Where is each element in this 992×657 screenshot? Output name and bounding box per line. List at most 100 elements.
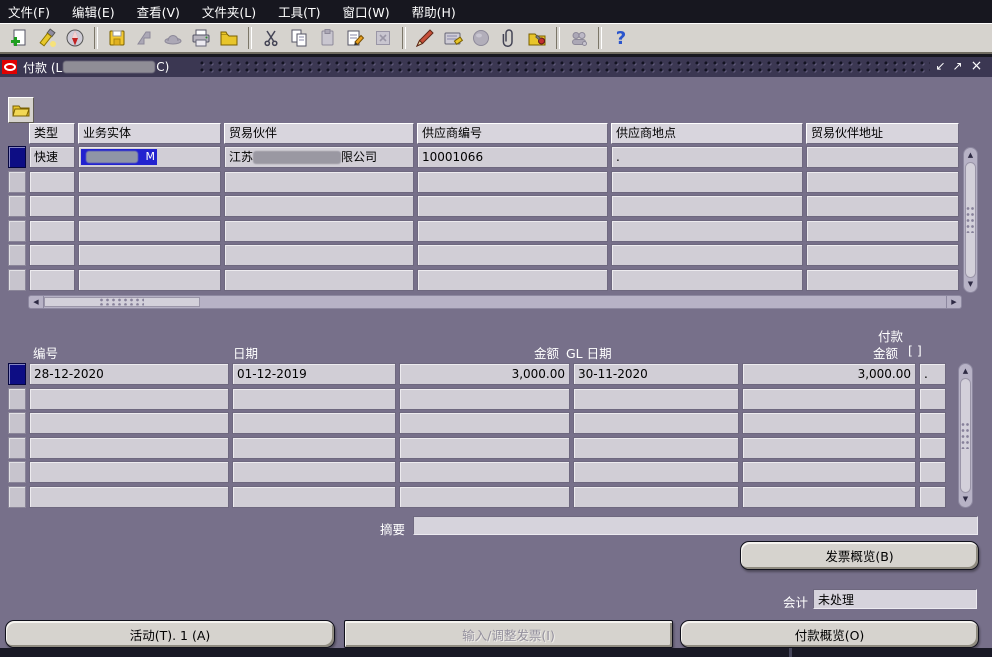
- cell-flag[interactable]: [919, 437, 946, 459]
- cell-payment-amount[interactable]: [742, 412, 916, 434]
- cell-type[interactable]: [29, 244, 75, 266]
- col-header-type[interactable]: 类型: [29, 123, 75, 144]
- translations-icon[interactable]: [441, 26, 465, 50]
- cell-supplier-number[interactable]: 10001066: [417, 146, 608, 168]
- cell-operating-unit[interactable]: [78, 171, 221, 193]
- record-selector[interactable]: [8, 412, 26, 434]
- cell-type[interactable]: 快速: [29, 146, 75, 168]
- window-title-bar[interactable]: 付款 (LC) ↙ ↗ ×: [0, 57, 992, 77]
- cell-trading-partner[interactable]: 江苏限公司: [224, 146, 414, 168]
- cell-trading-partner-address[interactable]: [806, 244, 959, 266]
- show-navigator-icon[interactable]: [63, 26, 87, 50]
- cell-operating-unit[interactable]: [78, 195, 221, 217]
- cell-operating-unit[interactable]: [78, 244, 221, 266]
- menu-edit[interactable]: 编辑(E): [72, 2, 115, 21]
- cell-number[interactable]: [29, 461, 229, 483]
- cell-number[interactable]: [29, 388, 229, 410]
- cell-operating-unit[interactable]: M: [78, 146, 221, 168]
- find-icon[interactable]: [35, 26, 59, 50]
- print-icon[interactable]: [189, 26, 213, 50]
- menu-file[interactable]: 文件(F): [8, 2, 50, 21]
- edit-field-icon[interactable]: [413, 26, 437, 50]
- col-header-supplier-site[interactable]: 供应商地点: [611, 123, 803, 144]
- menu-view[interactable]: 查看(V): [137, 2, 180, 21]
- cell-gl-date[interactable]: [573, 486, 739, 508]
- attachments-icon[interactable]: [497, 26, 521, 50]
- payment-overview-button[interactable]: 付款概览(O): [680, 620, 979, 648]
- cell-gl-date[interactable]: [573, 388, 739, 410]
- cell-supplier-number[interactable]: [417, 269, 608, 291]
- cell-payment-amount[interactable]: [742, 437, 916, 459]
- cell-payment-amount[interactable]: 3,000.00: [742, 363, 916, 385]
- cell-trading-partner[interactable]: [224, 244, 414, 266]
- cut-icon[interactable]: [259, 26, 283, 50]
- cell-type[interactable]: [29, 269, 75, 291]
- window-restore-icon[interactable]: ↗: [950, 59, 965, 74]
- cell-trading-partner-address[interactable]: [806, 220, 959, 242]
- payment-table-vscrollbar[interactable]: ▲ ▼: [958, 363, 973, 508]
- cell-supplier-site[interactable]: [611, 244, 803, 266]
- cell-amount[interactable]: [399, 486, 570, 508]
- record-selector[interactable]: [8, 363, 26, 385]
- save-icon[interactable]: [105, 26, 129, 50]
- cell-flag[interactable]: [919, 412, 946, 434]
- cell-gl-date[interactable]: 30-11-2020: [573, 363, 739, 385]
- cell-amount[interactable]: [399, 437, 570, 459]
- cell-supplier-site[interactable]: [611, 171, 803, 193]
- accounting-field[interactable]: 未处理: [813, 589, 977, 609]
- record-selector[interactable]: [8, 388, 26, 410]
- window-close-icon[interactable]: ×: [969, 59, 984, 74]
- cell-number[interactable]: [29, 486, 229, 508]
- cell-number[interactable]: 28-12-2020: [29, 363, 229, 385]
- record-selector[interactable]: [8, 171, 26, 193]
- summary-field[interactable]: [413, 516, 978, 535]
- record-selector[interactable]: [8, 195, 26, 217]
- cell-trading-partner-address[interactable]: [806, 146, 959, 168]
- cell-date[interactable]: [232, 437, 396, 459]
- cell-trading-partner-address[interactable]: [806, 269, 959, 291]
- cell-number[interactable]: [29, 412, 229, 434]
- window-minimize-icon[interactable]: ↙: [933, 59, 948, 74]
- cell-date[interactable]: 01-12-2019: [232, 363, 396, 385]
- cell-trading-partner[interactable]: [224, 220, 414, 242]
- scroll-up-icon[interactable]: ▲: [964, 149, 977, 162]
- cell-flag[interactable]: [919, 388, 946, 410]
- cell-payment-amount[interactable]: [742, 388, 916, 410]
- actions-button[interactable]: 活动(T). 1 (A): [5, 620, 335, 648]
- cell-operating-unit[interactable]: [78, 269, 221, 291]
- cell-supplier-site[interactable]: .: [611, 146, 803, 168]
- invoice-overview-button[interactable]: 发票概览(B): [740, 541, 979, 570]
- record-selector[interactable]: [8, 269, 26, 291]
- cell-trading-partner-address[interactable]: [806, 195, 959, 217]
- record-selector[interactable]: [8, 461, 26, 483]
- cell-number[interactable]: [29, 437, 229, 459]
- cell-date[interactable]: [232, 388, 396, 410]
- folder-tools-icon[interactable]: [525, 26, 549, 50]
- cell-gl-date[interactable]: [573, 412, 739, 434]
- cell-payment-amount[interactable]: [742, 461, 916, 483]
- cell-date[interactable]: [232, 412, 396, 434]
- cell-trading-partner[interactable]: [224, 269, 414, 291]
- cell-date[interactable]: [232, 461, 396, 483]
- menu-folder[interactable]: 文件夹(L): [202, 2, 256, 21]
- cell-supplier-number[interactable]: [417, 171, 608, 193]
- cell-trading-partner[interactable]: [224, 195, 414, 217]
- cell-supplier-site[interactable]: [611, 195, 803, 217]
- cell-trading-partner[interactable]: [224, 171, 414, 193]
- cell-supplier-number[interactable]: [417, 220, 608, 242]
- cell-amount[interactable]: [399, 388, 570, 410]
- col-header-operating-unit[interactable]: 业务实体: [78, 123, 221, 144]
- invoice-table-hscrollbar[interactable]: ◀ ▶: [28, 295, 962, 309]
- folder-open-button[interactable]: [8, 97, 34, 123]
- cell-amount[interactable]: 3,000.00: [399, 363, 570, 385]
- vscroll-thumb[interactable]: [965, 162, 976, 278]
- copy-icon[interactable]: [287, 26, 311, 50]
- record-selector[interactable]: [8, 486, 26, 508]
- help-icon[interactable]: ?: [609, 26, 633, 50]
- cell-flag[interactable]: [919, 461, 946, 483]
- cell-trading-partner-address[interactable]: [806, 171, 959, 193]
- edit-icon[interactable]: [343, 26, 367, 50]
- cell-amount[interactable]: [399, 412, 570, 434]
- record-selector[interactable]: [8, 220, 26, 242]
- col-header-trading-partner[interactable]: 贸易伙伴: [224, 123, 414, 144]
